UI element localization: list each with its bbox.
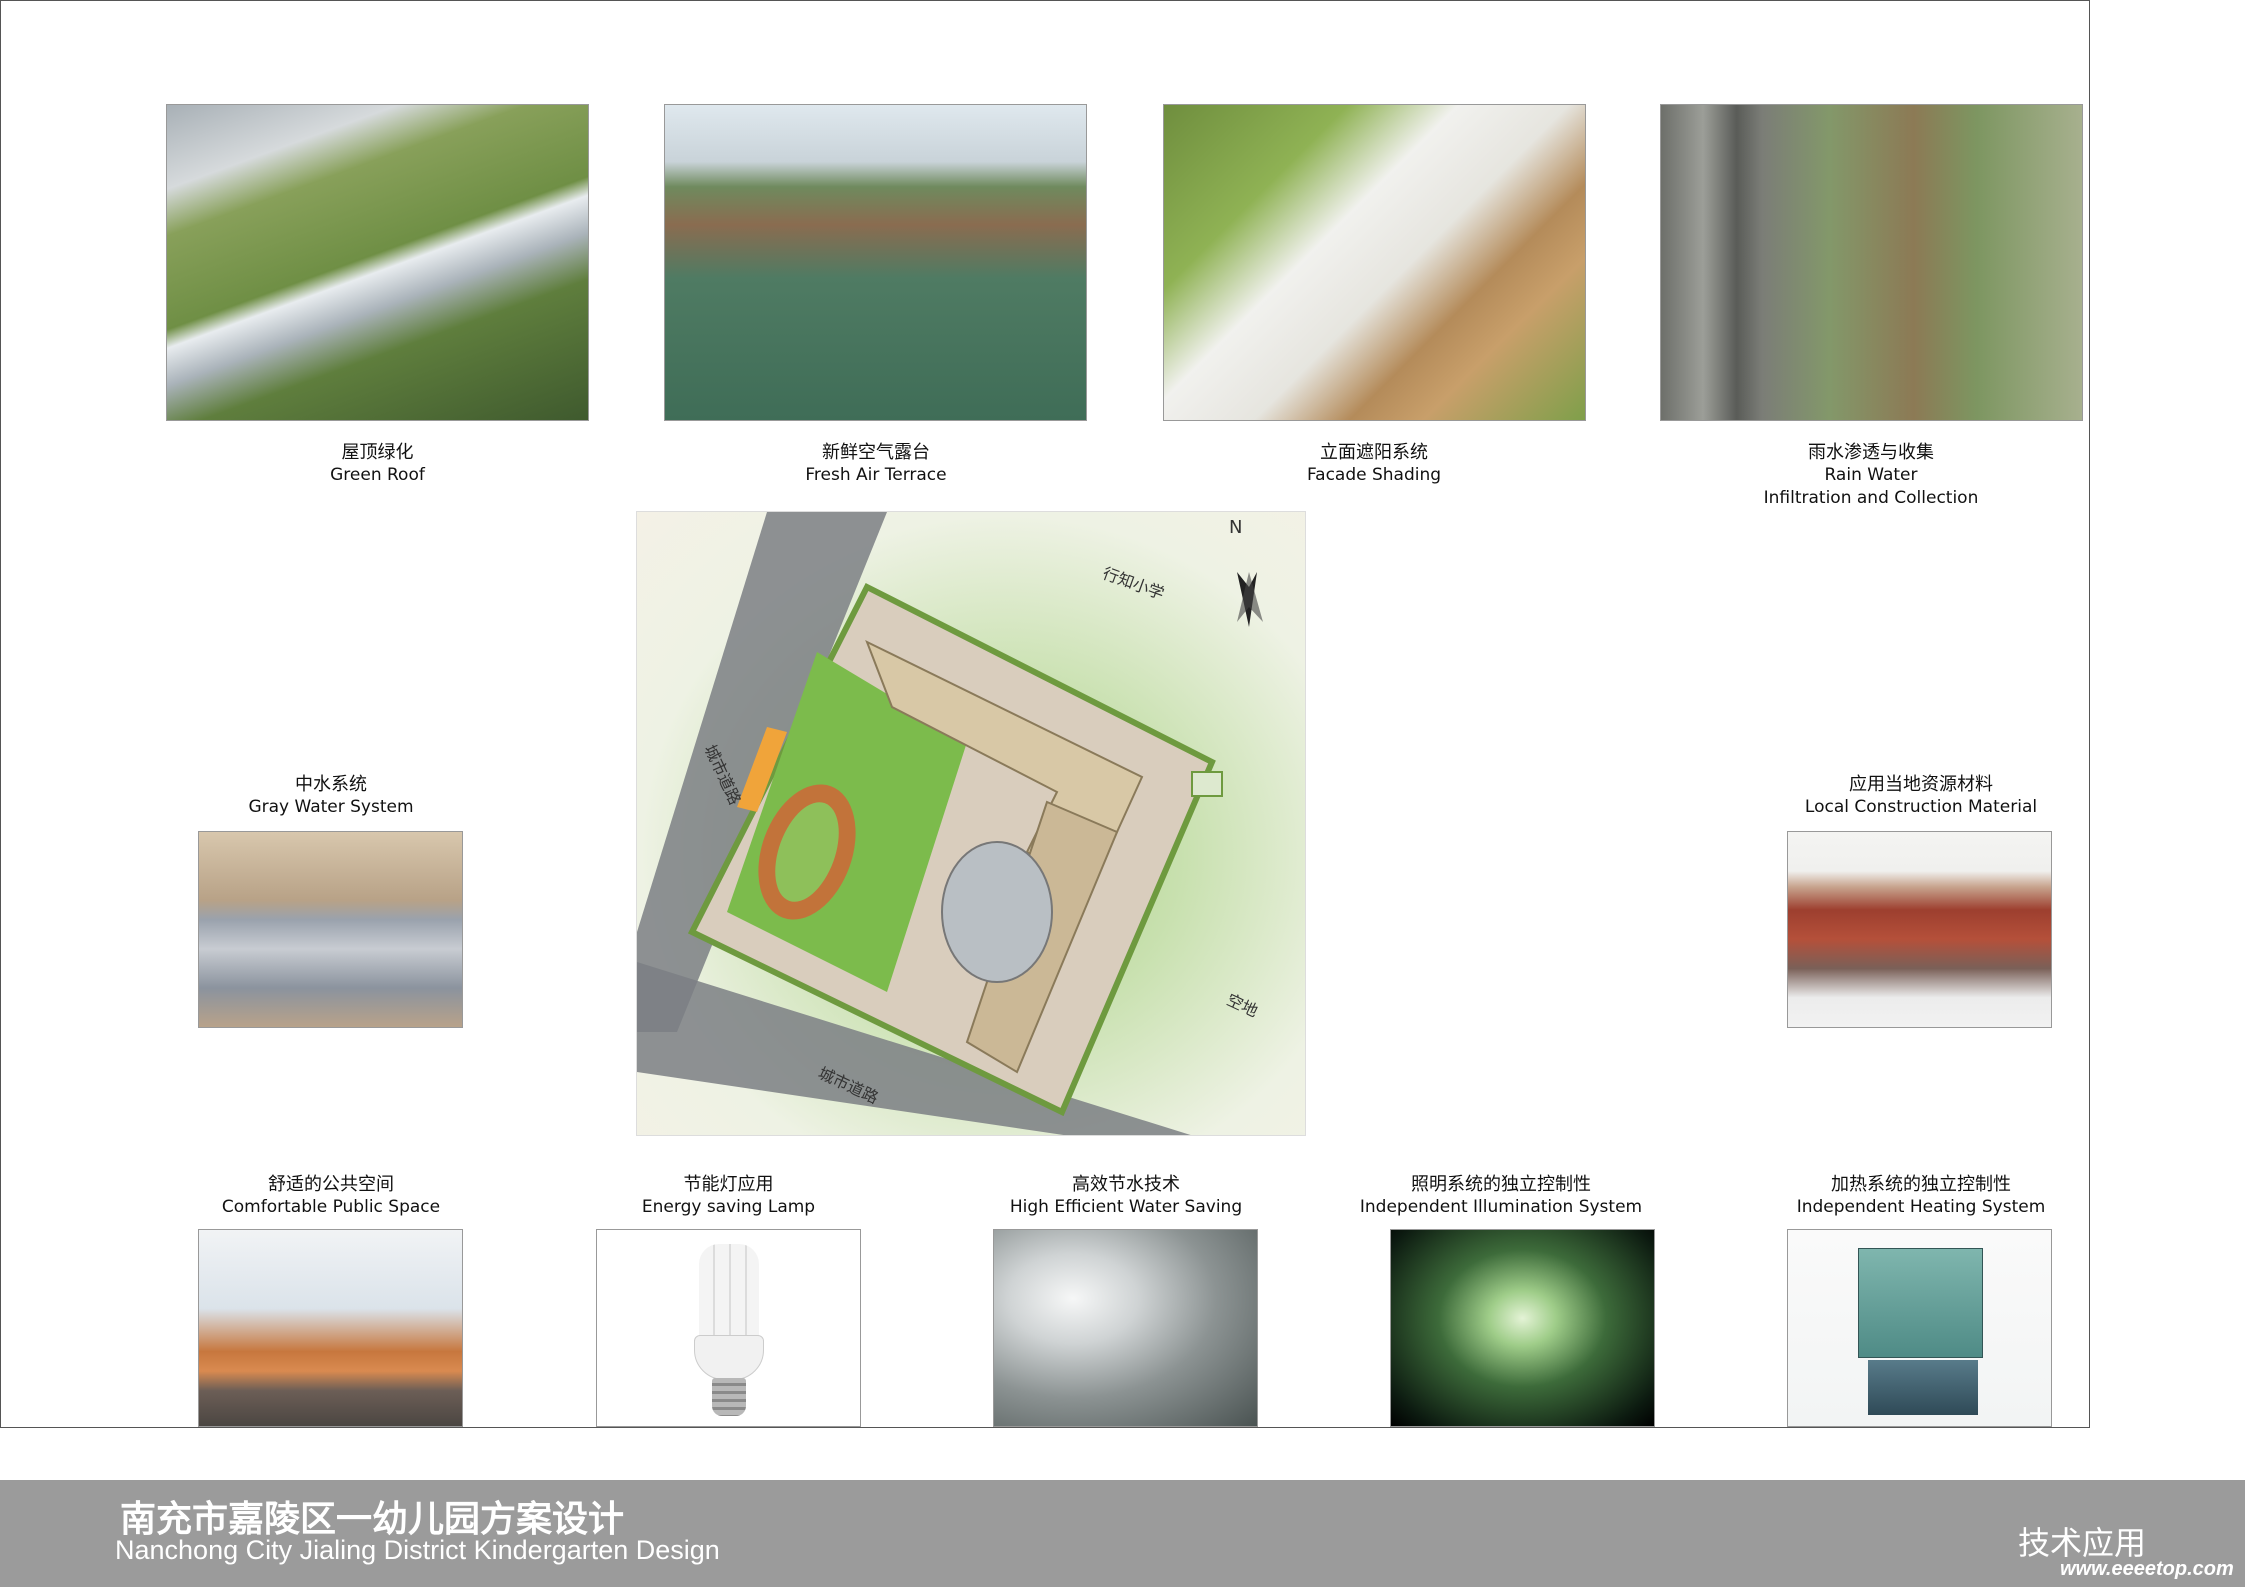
caption-en: Local Construction Material (1804, 797, 2038, 817)
north-label: N (1229, 517, 1243, 538)
site-plan: N 行知小学 城市道路 城市道路 空地 (636, 511, 1306, 1136)
rain-water-caption: 雨水渗透与收集 Rain Water Infiltration and Coll… (1721, 441, 2021, 510)
caption-en-2: Infiltration and Collection (1763, 488, 1979, 508)
green-roof-caption: 屋顶绿化 Green Roof (266, 441, 489, 487)
local-material-photo (1787, 831, 2052, 1028)
drawing-sheet: 屋顶绿化 Green Roof 新鲜空气露台 Fresh Air Terrace… (0, 0, 2090, 1428)
caption-cn: 立面遮阳系统 (1320, 442, 1428, 462)
caption-en: Green Roof (330, 465, 425, 485)
public-space-photo (198, 1229, 463, 1427)
caption-cn: 舒适的公共空间 (268, 1174, 394, 1194)
terrace-caption: 新鲜空气露台 Fresh Air Terrace (761, 441, 991, 487)
caption-cn: 加热系统的独立控制性 (1831, 1174, 2011, 1194)
public-space-caption: 舒适的公共空间 Comfortable Public Space (186, 1173, 476, 1219)
caption-en: Fresh Air Terrace (805, 465, 947, 485)
caption-en: Comfortable Public Space (221, 1197, 441, 1217)
caption-en: Facade Shading (1306, 465, 1442, 485)
caption-cn: 节能灯应用 (683, 1174, 774, 1194)
lamp-base-icon (693, 1335, 764, 1380)
site-plan-drawing (637, 512, 1263, 1135)
heating-photo (1787, 1229, 2052, 1427)
green-roof-photo (166, 104, 589, 421)
energy-lamp-caption: 节能灯应用 Energy saving Lamp (601, 1173, 856, 1219)
local-material-caption: 应用当地资源材料 Local Construction Material (1776, 773, 2066, 819)
caption-en: Rain Water (1824, 465, 1918, 485)
caption-cn: 高效节水技术 (1072, 1174, 1180, 1194)
facade-caption: 立面遮阳系统 Facade Shading (1259, 441, 1489, 487)
heater-pump-icon (1868, 1360, 1978, 1415)
water-saving-photo (993, 1229, 1258, 1427)
caption-en: Gray Water System (248, 797, 414, 817)
caption-en: Energy saving Lamp (641, 1197, 816, 1217)
caption-cn: 屋顶绿化 (341, 442, 414, 462)
caption-en: High Efficient Water Saving (1009, 1197, 1243, 1217)
caption-en: Independent Heating System (1796, 1197, 2046, 1217)
lamp-screw-icon (711, 1378, 746, 1416)
caption-cn: 新鲜空气露台 (822, 442, 930, 462)
facade-shading-photo (1163, 104, 1586, 421)
heater-unit-icon (1858, 1248, 1983, 1358)
caption-cn: 应用当地资源材料 (1849, 774, 1993, 794)
terrace-photo (664, 104, 1087, 421)
caption-cn: 中水系统 (295, 774, 367, 794)
rain-water-photo (1660, 104, 2083, 421)
caption-cn: 雨水渗透与收集 (1808, 442, 1934, 462)
lamp-tubes-icon (698, 1244, 759, 1339)
water-saving-caption: 高效节水技术 High Efficient Water Saving (986, 1173, 1266, 1219)
heating-caption: 加热系统的独立控制性 Independent Heating System (1771, 1173, 2071, 1219)
illumination-photo (1390, 1229, 1655, 1427)
gray-water-caption: 中水系统 Gray Water System (206, 773, 456, 819)
gray-water-photo (198, 831, 463, 1028)
caption-en: Independent Illumination System (1359, 1197, 1643, 1217)
project-title-en: Nanchong City Jialing District Kindergar… (115, 1535, 720, 1565)
website-watermark: www.eeeetop.com (2060, 1558, 2234, 1580)
illumination-caption: 照明系统的独立控制性 Independent Illumination Syst… (1346, 1173, 1656, 1219)
footer-bar: 南充市嘉陵区一幼儿园方案设计 Nanchong City Jialing Dis… (0, 1480, 2245, 1587)
caption-cn: 照明系统的独立控制性 (1411, 1174, 1591, 1194)
energy-lamp-photo (596, 1229, 861, 1427)
